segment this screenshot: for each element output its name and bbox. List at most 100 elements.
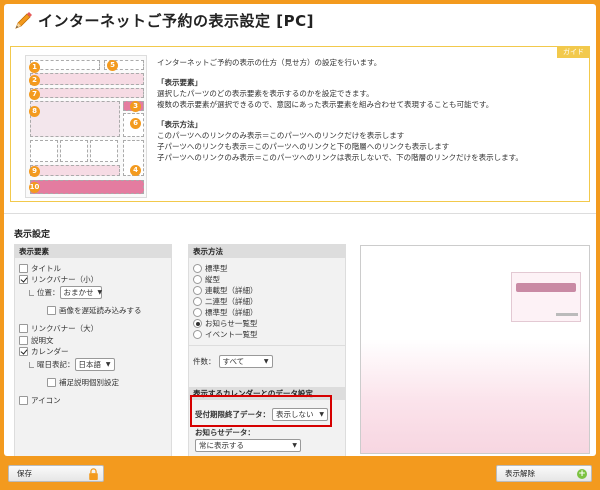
radio-label: 標準型 (205, 264, 228, 273)
position-select[interactable]: おまかせ ▼ (59, 286, 103, 299)
calendar-row[interactable]: カレンダー (19, 346, 69, 357)
radio-label: 連載型（詳細） (205, 286, 258, 295)
page-header: インターネットご予約の表示設定 [PC] (4, 4, 596, 37)
supplementary-row[interactable]: 補足説明個別設定 (47, 377, 119, 388)
notice-data-row: お知らせデータ： (195, 427, 255, 438)
method-radio[interactable] (193, 297, 202, 306)
save-button[interactable]: 保存 (8, 465, 104, 482)
lazy-load-checkbox[interactable] (47, 306, 56, 315)
thumb-number: 8 (29, 106, 40, 117)
method-radio[interactable] (193, 275, 202, 284)
page-title: インターネットご予約の表示設定 [PC] (38, 12, 314, 30)
preview-widget-line (556, 313, 578, 316)
indent-mark (29, 289, 34, 296)
link-banner-small-checkbox[interactable] (19, 275, 28, 284)
dropdown-arrow-icon: ▼ (263, 358, 269, 365)
method-radio[interactable] (193, 330, 202, 339)
count-select[interactable]: すべて ▼ (218, 355, 273, 368)
thumb-number: 7 (29, 89, 40, 100)
notice-data-select-value: 常に表示する (199, 441, 244, 450)
unpublish-button-label: 表示解除 (505, 469, 535, 478)
radio-label: お知らせ一覧型 (205, 319, 258, 328)
checkbox-label: アイコン (31, 396, 61, 405)
preview-widget-bar (516, 283, 576, 292)
weekday-select-value: 日本語 (78, 360, 102, 369)
elements-panel-header: 表示要素 (15, 245, 171, 258)
position-row: 位置： おまかせ ▼ (29, 286, 102, 299)
guide-section-title: 「表示要素」 (157, 78, 202, 87)
method-radio-row[interactable]: イベント一覧型 (193, 329, 258, 340)
preview-pane (360, 245, 590, 454)
checkbox-label: リンクバナー（小） (31, 275, 99, 284)
method-radio-row[interactable]: 標準型（詳細） (193, 307, 258, 318)
weekday-label: 曜日表記： (37, 360, 75, 369)
icon-row[interactable]: アイコン (19, 395, 61, 406)
indent-mark (29, 361, 34, 368)
link-banner-large-row[interactable]: リンクバナー（大） (19, 323, 98, 334)
settings-section: 表示設定 表示要素 タイトル リンクバナー（小） 位置： おまかせ ▼ 画像を遅… (10, 218, 590, 456)
notice-data-select[interactable]: 常に表示する ▼ (195, 439, 301, 452)
method-radio[interactable] (193, 286, 202, 295)
elements-panel: 表示要素 タイトル リンクバナー（小） 位置： おまかせ ▼ 画像を遅延読み込み… (14, 244, 172, 456)
calendar-checkbox[interactable] (19, 347, 28, 356)
guide-section-title: 「表示方法」 (157, 120, 202, 129)
dropdown-arrow-icon: ▼ (97, 289, 103, 296)
method-radio[interactable] (193, 264, 202, 273)
plus-circle-icon: + (577, 469, 587, 479)
guide-intro: インターネットご予約の表示の仕方（見せ方）の設定を行います。 (157, 58, 382, 67)
thumb-number: 3 (130, 101, 141, 112)
guide-line: 子パーツへのリンクのみ表示＝このパーツへのリンクは表示しないで、下の階層のリンク… (157, 153, 523, 162)
checkbox-label: 説明文 (31, 336, 54, 345)
radio-label: 二連型（詳細） (205, 297, 258, 306)
method-radio-row[interactable]: 二連型（詳細） (193, 296, 258, 307)
thumb-number: 1 (29, 62, 40, 73)
description-checkbox[interactable] (19, 336, 28, 345)
checkbox-label: タイトル (31, 264, 61, 273)
link-banner-small-row[interactable]: リンクバナー（小） (19, 274, 98, 285)
lock-icon (89, 468, 98, 480)
method-radio-row[interactable]: お知らせ一覧型 (193, 318, 257, 329)
checkbox-label: リンクバナー（大） (31, 324, 99, 333)
thumb-number: 2 (29, 75, 40, 86)
radio-label: 縦型 (205, 275, 220, 284)
thumb-number: 6 (130, 118, 141, 129)
main-panel: インターネットご予約の表示設定 [PC] ガイド 1 2 3 4 5 6 7 8… (4, 4, 596, 456)
checkbox-label: 画像を遅延読み込みする (59, 306, 142, 315)
settings-title: 表示設定 (14, 230, 51, 240)
guide-line: このパーツへのリンクのみ表示＝このパーツへのリンクだけを表示します (157, 131, 405, 140)
description-row[interactable]: 説明文 (19, 335, 54, 346)
lazy-load-row[interactable]: 画像を遅延読み込みする (47, 305, 142, 316)
title-checkbox-row[interactable]: タイトル (19, 263, 61, 274)
thumb-number: 10 (29, 182, 40, 193)
dropdown-arrow-icon: ▼ (105, 361, 111, 368)
checkbox-label: 補足説明個別設定 (59, 378, 119, 387)
checkbox-label: カレンダー (31, 347, 69, 356)
method-radio-row[interactable]: 縦型 (193, 274, 220, 285)
preview-widget (511, 272, 581, 322)
dropdown-arrow-icon: ▼ (292, 442, 297, 449)
method-radio-row[interactable]: 連載型（詳細） (193, 285, 258, 296)
count-row: 件数： すべて ▼ (193, 355, 273, 368)
highlight-box (190, 395, 332, 427)
divider (189, 345, 345, 346)
count-select-value: すべて (222, 357, 245, 366)
guide-text: インターネットご予約の表示の仕方（見せ方）の設定を行います。 「表示要素」 選択… (157, 57, 582, 163)
thumb-number: 9 (29, 166, 40, 177)
method-radio-row[interactable]: 標準型 (193, 263, 228, 274)
weekday-select[interactable]: 日本語 ▼ (74, 358, 115, 371)
method-radio[interactable] (193, 308, 202, 317)
thumb-number: 5 (107, 60, 118, 71)
radio-label: イベント一覧型 (205, 330, 258, 339)
link-banner-large-checkbox[interactable] (19, 324, 28, 333)
title-checkbox[interactable] (19, 264, 28, 273)
icon-checkbox[interactable] (19, 396, 28, 405)
position-label: 位置： (37, 288, 60, 297)
position-select-value: おまかせ (63, 288, 94, 297)
count-label: 件数： (193, 357, 216, 366)
method-radio[interactable] (193, 319, 202, 328)
app-frame: インターネットご予約の表示設定 [PC] ガイド 1 2 3 4 5 6 7 8… (0, 0, 600, 490)
unpublish-button[interactable]: 表示解除 + (496, 465, 592, 482)
guide-line: 子パーツへのリンクも表示＝このパーツへのリンクと下の階層へのリンクも表示します (157, 142, 450, 151)
divider (4, 213, 596, 214)
supplementary-checkbox[interactable] (47, 378, 56, 387)
